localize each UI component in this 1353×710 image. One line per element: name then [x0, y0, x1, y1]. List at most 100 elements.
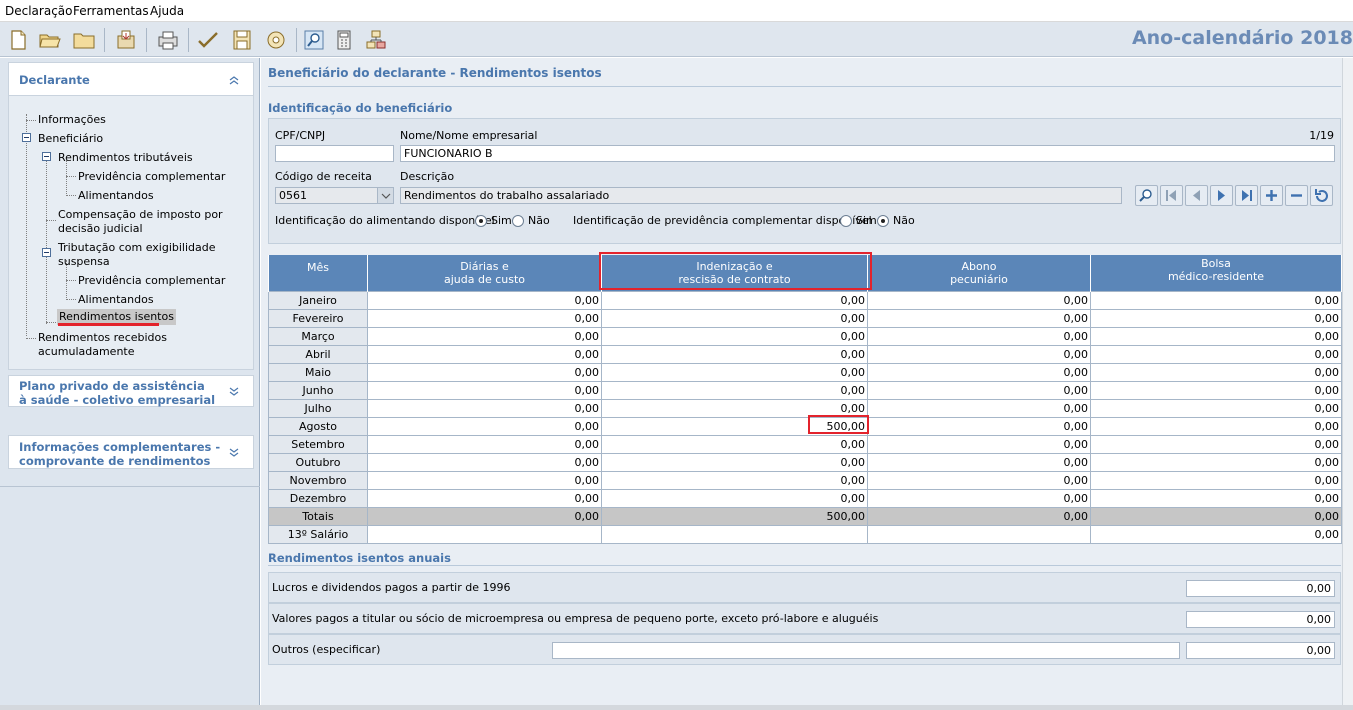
value-cell[interactable]: 0,00 — [867, 326, 1091, 346]
new-file-icon[interactable] — [6, 28, 30, 52]
section-declarante-header[interactable]: Declarante — [8, 62, 254, 96]
outros-value-input[interactable]: 0,00 — [1186, 642, 1335, 659]
value-cell[interactable]: 0,00 — [1090, 488, 1342, 508]
folder-icon[interactable] — [72, 28, 96, 52]
value-cell[interactable]: 0,00 — [601, 290, 868, 310]
lucros-input[interactable]: 0,00 — [1186, 580, 1335, 597]
value-cell[interactable]: 0,00 — [367, 416, 602, 436]
value-cell[interactable]: 0,00 — [601, 434, 868, 454]
value-cell[interactable]: 0,00 — [867, 452, 1091, 472]
value-cell[interactable]: 0,00 — [867, 434, 1091, 454]
value-cell[interactable]: 0,00 — [867, 344, 1091, 364]
check-icon[interactable] — [196, 28, 220, 52]
value-cell[interactable]: 0,00 — [601, 470, 868, 490]
value-cell[interactable]: 0,00 — [1090, 398, 1342, 418]
value-cell[interactable]: 0,00 — [867, 398, 1091, 418]
value-cell[interactable]: 500,00 — [601, 416, 868, 436]
valores-input[interactable]: 0,00 — [1186, 611, 1335, 628]
recovery-icon[interactable] — [264, 28, 288, 52]
previdencia-sim-radio[interactable] — [840, 215, 852, 227]
undo-button[interactable] — [1310, 185, 1333, 206]
chevron-down-icon[interactable] — [229, 448, 239, 459]
value-cell[interactable] — [367, 524, 602, 544]
value-cell[interactable]: 0,00 — [367, 308, 602, 328]
menu-declaracao[interactable]: Declaração — [5, 4, 73, 18]
menu-ferramentas[interactable]: Ferramentas — [73, 4, 149, 18]
search-icon[interactable] — [302, 28, 326, 52]
chevron-down-icon[interactable] — [229, 387, 239, 398]
value-cell[interactable]: 0,00 — [1090, 524, 1342, 544]
vertical-scrollbar[interactable] — [1342, 58, 1353, 710]
value-cell[interactable]: 0,00 — [1090, 326, 1342, 346]
value-cell[interactable]: 0,00 — [367, 470, 602, 490]
value-cell[interactable]: 0,00 — [867, 380, 1091, 400]
value-cell[interactable]: 0,00 — [601, 344, 868, 364]
outros-description-input[interactable] — [552, 642, 1180, 659]
last-record-button[interactable] — [1235, 185, 1258, 206]
value-cell[interactable]: 0,00 — [367, 344, 602, 364]
tree-item-alimentandos[interactable]: Alimentandos — [78, 189, 154, 203]
value-cell[interactable]: 0,00 — [367, 290, 602, 310]
value-cell[interactable]: 0,00 — [867, 470, 1091, 490]
open-folder-icon[interactable] — [38, 28, 62, 52]
section-informacoes-complementares-header[interactable]: Informações complementares - comprovante… — [8, 435, 254, 469]
value-cell[interactable]: 0,00 — [601, 452, 868, 472]
cpf-input[interactable] — [275, 145, 394, 162]
menu-ajuda[interactable]: Ajuda — [150, 4, 184, 18]
tree-item-rendimentos-tributaveis[interactable]: Rendimentos tributáveis — [58, 151, 193, 165]
value-cell[interactable] — [601, 524, 868, 544]
value-cell[interactable]: 0,00 — [867, 290, 1091, 310]
nome-input[interactable]: FUNCIONARIO B — [400, 145, 1335, 162]
dropdown-arrow-icon[interactable] — [377, 188, 393, 203]
remove-record-button[interactable] — [1285, 185, 1308, 206]
value-cell[interactable]: 0,00 — [1090, 362, 1342, 382]
value-cell[interactable]: 0,00 — [367, 488, 602, 508]
value-cell[interactable]: 0,00 — [1090, 308, 1342, 328]
next-record-button[interactable] — [1210, 185, 1233, 206]
print-icon[interactable] — [156, 28, 180, 52]
tree-item-previdencia-complementar[interactable]: Previdência complementar — [78, 170, 225, 184]
value-cell[interactable]: 0,00 — [367, 452, 602, 472]
add-record-button[interactable] — [1260, 185, 1283, 206]
value-cell[interactable]: 0,00 — [1090, 470, 1342, 490]
collapse-icon[interactable] — [42, 248, 51, 257]
codigo-receita-select[interactable]: 0561 — [275, 187, 394, 204]
export-icon[interactable] — [114, 28, 138, 52]
network-icon[interactable] — [364, 28, 388, 52]
first-record-button[interactable] — [1160, 185, 1183, 206]
value-cell[interactable]: 0,00 — [601, 326, 868, 346]
tree-item-informacoes[interactable]: Informações — [38, 113, 106, 127]
previous-record-button[interactable] — [1185, 185, 1208, 206]
value-cell[interactable]: 0,00 — [601, 362, 868, 382]
value-cell[interactable]: 0,00 — [601, 380, 868, 400]
calculator-icon[interactable] — [332, 28, 356, 52]
section-plano-privado-header[interactable]: Plano privado de assistência à saúde - c… — [8, 375, 254, 407]
value-cell[interactable]: 0,00 — [1090, 452, 1342, 472]
value-cell[interactable]: 0,00 — [601, 398, 868, 418]
save-icon[interactable] — [230, 28, 254, 52]
value-cell[interactable]: 0,00 — [367, 398, 602, 418]
alimentando-sim-radio[interactable] — [475, 215, 487, 227]
chevron-up-icon[interactable] — [229, 75, 239, 86]
value-cell[interactable]: 0,00 — [867, 416, 1091, 436]
alimentando-nao-radio[interactable] — [512, 215, 524, 227]
tree-item-beneficiario[interactable]: Beneficiário — [38, 132, 103, 146]
value-cell[interactable]: 0,00 — [601, 308, 868, 328]
collapse-icon[interactable] — [22, 133, 31, 142]
value-cell[interactable]: 0,00 — [367, 434, 602, 454]
tree-item-alimentandos-2[interactable]: Alimentandos — [78, 293, 154, 307]
value-cell[interactable]: 0,00 — [367, 362, 602, 382]
value-cell[interactable] — [867, 524, 1091, 544]
previdencia-nao-radio[interactable] — [877, 215, 889, 227]
tree-item-previdencia-complementar-2[interactable]: Previdência complementar — [78, 274, 225, 288]
value-cell[interactable]: 0,00 — [601, 488, 868, 508]
value-cell[interactable]: 0,00 — [1090, 416, 1342, 436]
value-cell[interactable]: 0,00 — [867, 488, 1091, 508]
search-record-button[interactable] — [1135, 185, 1158, 206]
value-cell[interactable]: 0,00 — [367, 380, 602, 400]
value-cell[interactable]: 0,00 — [1090, 290, 1342, 310]
value-cell[interactable]: 0,00 — [1090, 434, 1342, 454]
value-cell[interactable]: 0,00 — [867, 308, 1091, 328]
value-cell[interactable]: 0,00 — [867, 362, 1091, 382]
collapse-icon[interactable] — [42, 152, 51, 161]
